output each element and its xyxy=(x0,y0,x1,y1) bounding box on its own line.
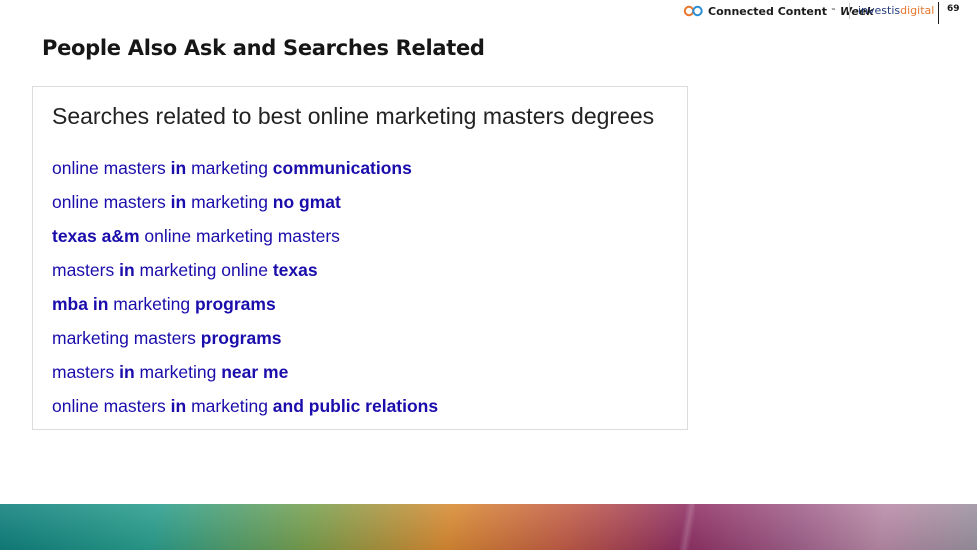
related-search-link[interactable]: mba in marketing programs xyxy=(52,294,276,314)
investis-digital-logo: investisdigital xyxy=(858,3,934,19)
query-text: marketing xyxy=(186,396,273,416)
bold-term: mba in xyxy=(52,294,109,314)
query-text: marketing xyxy=(108,294,195,314)
related-search-item: mba in marketing programs xyxy=(52,293,438,327)
related-search-link[interactable]: marketing masters programs xyxy=(52,328,282,348)
related-search-item: marketing masters programs xyxy=(52,327,438,361)
related-search-item: texas a&m online marketing masters xyxy=(52,225,438,259)
related-search-link[interactable]: masters in marketing near me xyxy=(52,362,288,382)
page-number-divider xyxy=(938,2,939,24)
related-search-link[interactable]: texas a&m online marketing masters xyxy=(52,226,340,246)
query-text: masters xyxy=(52,362,120,382)
bold-term: texas a&m xyxy=(52,226,140,246)
bold-term: in xyxy=(170,158,187,178)
query-text: online marketing masters xyxy=(139,226,340,246)
bold-term: in xyxy=(119,362,135,382)
query-text: masters xyxy=(52,260,120,280)
related-search-link[interactable]: masters in marketing online texas xyxy=(52,260,318,280)
related-search-item: online masters in marketing no gmat xyxy=(52,191,438,225)
header-divider xyxy=(849,3,850,19)
page-number: 69 xyxy=(947,4,960,14)
brand-tm: ™ xyxy=(830,8,836,14)
partner-suffix: digital xyxy=(900,4,935,17)
brand-name: Connected Content xyxy=(708,4,827,18)
bold-term: no gmat xyxy=(272,192,341,212)
rings-logo-icon xyxy=(683,5,703,17)
partner-prefix: investis xyxy=(858,4,901,17)
slide-title: People Also Ask and Searches Related xyxy=(42,36,485,60)
header-bar: Connected Content ™ Week investisdigital … xyxy=(0,0,977,26)
footer-diagonal-accent xyxy=(675,504,695,550)
related-search-item: online masters in marketing and public r… xyxy=(52,395,438,429)
related-searches-list: online masters in marketing communicatio… xyxy=(52,157,438,429)
bold-term: programs xyxy=(194,294,276,314)
related-search-link[interactable]: online masters in marketing no gmat xyxy=(52,192,341,212)
searches-related-panel: Searches related to best online marketin… xyxy=(32,86,688,430)
query-text: online masters xyxy=(52,158,171,178)
query-text: marketing xyxy=(186,158,273,178)
searches-related-heading: Searches related to best online marketin… xyxy=(52,103,655,129)
bold-term: in xyxy=(170,396,187,416)
connected-content-week-logo: Connected Content ™ Week xyxy=(683,3,874,19)
query-text: marketing xyxy=(134,362,222,382)
bold-term: in xyxy=(170,192,187,212)
bold-term: communications xyxy=(272,158,412,178)
related-search-link[interactable]: online masters in marketing and public r… xyxy=(52,396,438,416)
query-text: marketing xyxy=(186,192,273,212)
bold-term: near me xyxy=(221,362,289,382)
related-search-item: online masters in marketing communicatio… xyxy=(52,157,438,191)
query-text: online masters xyxy=(52,192,171,212)
bold-term: programs xyxy=(200,328,282,348)
related-search-item: masters in marketing near me xyxy=(52,361,438,395)
related-search-link[interactable]: online masters in marketing communicatio… xyxy=(52,158,412,178)
related-search-item: masters in marketing online texas xyxy=(52,259,438,293)
query-text: marketing masters xyxy=(52,328,201,348)
bold-term: and public relations xyxy=(272,396,439,416)
bold-term: texas xyxy=(272,260,318,280)
query-text: online masters xyxy=(52,396,171,416)
footer-shade xyxy=(0,504,977,550)
bold-term: in xyxy=(119,260,135,280)
query-text: marketing online xyxy=(134,260,273,280)
